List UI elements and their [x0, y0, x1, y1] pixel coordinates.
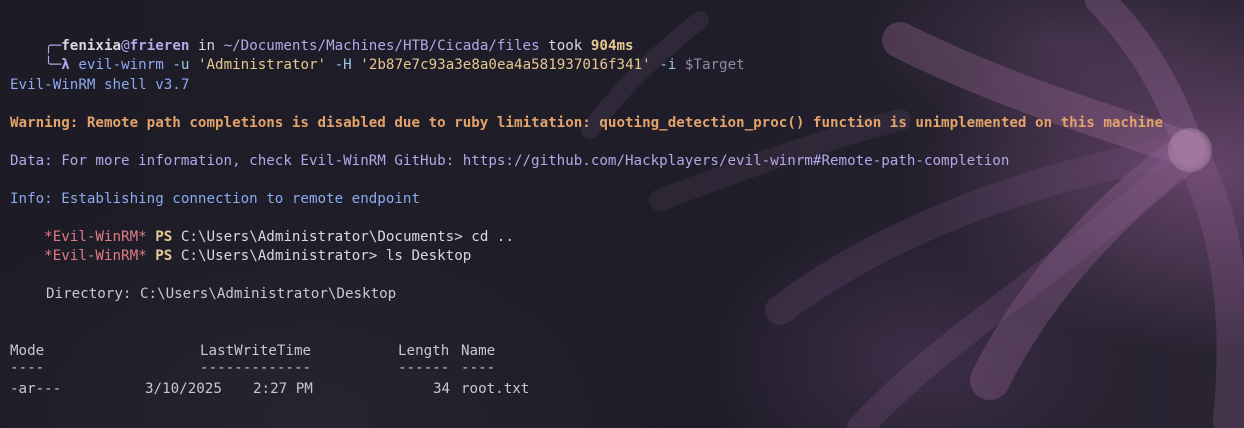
- warning-line: Warning: Remote path completions is disa…: [10, 115, 1164, 131]
- data-line: Data: For more information, check Evil-W…: [10, 153, 1010, 169]
- info-line: Info: Establishing connection to remote …: [10, 191, 420, 207]
- directory-label: Directory: C:\Users\Administrator\Deskto…: [46, 286, 397, 302]
- ps-path: C:\Users\Administrator>: [180, 248, 378, 264]
- underline-length: ------: [398, 360, 450, 376]
- underline-lastwritetime: -------------: [200, 360, 312, 376]
- ps-command: ls Desktop: [385, 248, 472, 264]
- option-i: -i: [659, 57, 677, 73]
- ps-line-2: *Evil-WinRM* PS C:\Users\Administrator> …: [10, 228, 471, 285]
- row-mode: -ar---: [10, 381, 62, 397]
- ps-label: PS: [155, 248, 173, 264]
- target-variable: $Target: [684, 57, 745, 73]
- row-time: 2:27 PM: [253, 381, 313, 397]
- row-date: 3/10/2025: [145, 381, 222, 397]
- underline-name: ----: [461, 360, 496, 376]
- hash-argument: '2b87e7c93a3e8a0ea4a581937016f341': [360, 57, 651, 73]
- prompt-corner-glyph-bottom: ╰─: [44, 57, 62, 73]
- lambda-glyph: λ: [61, 57, 70, 73]
- command-name: evil-winrm: [78, 57, 164, 73]
- row-name: root.txt: [461, 381, 530, 397]
- option-h: -H: [334, 57, 352, 73]
- option-u: -u: [172, 57, 190, 73]
- underline-mode: ----: [10, 360, 45, 376]
- user-argument: 'Administrator': [197, 57, 327, 73]
- banner-line: Evil-WinRM shell v3.7: [10, 77, 190, 93]
- ps-command: cd ..: [471, 229, 514, 245]
- row-length: 34: [433, 381, 451, 397]
- ps-prefix: *Evil-WinRM*: [44, 248, 147, 264]
- terminal-window[interactable]: ╭─fenixia@frieren in ~/Documents/Machine…: [0, 0, 1244, 428]
